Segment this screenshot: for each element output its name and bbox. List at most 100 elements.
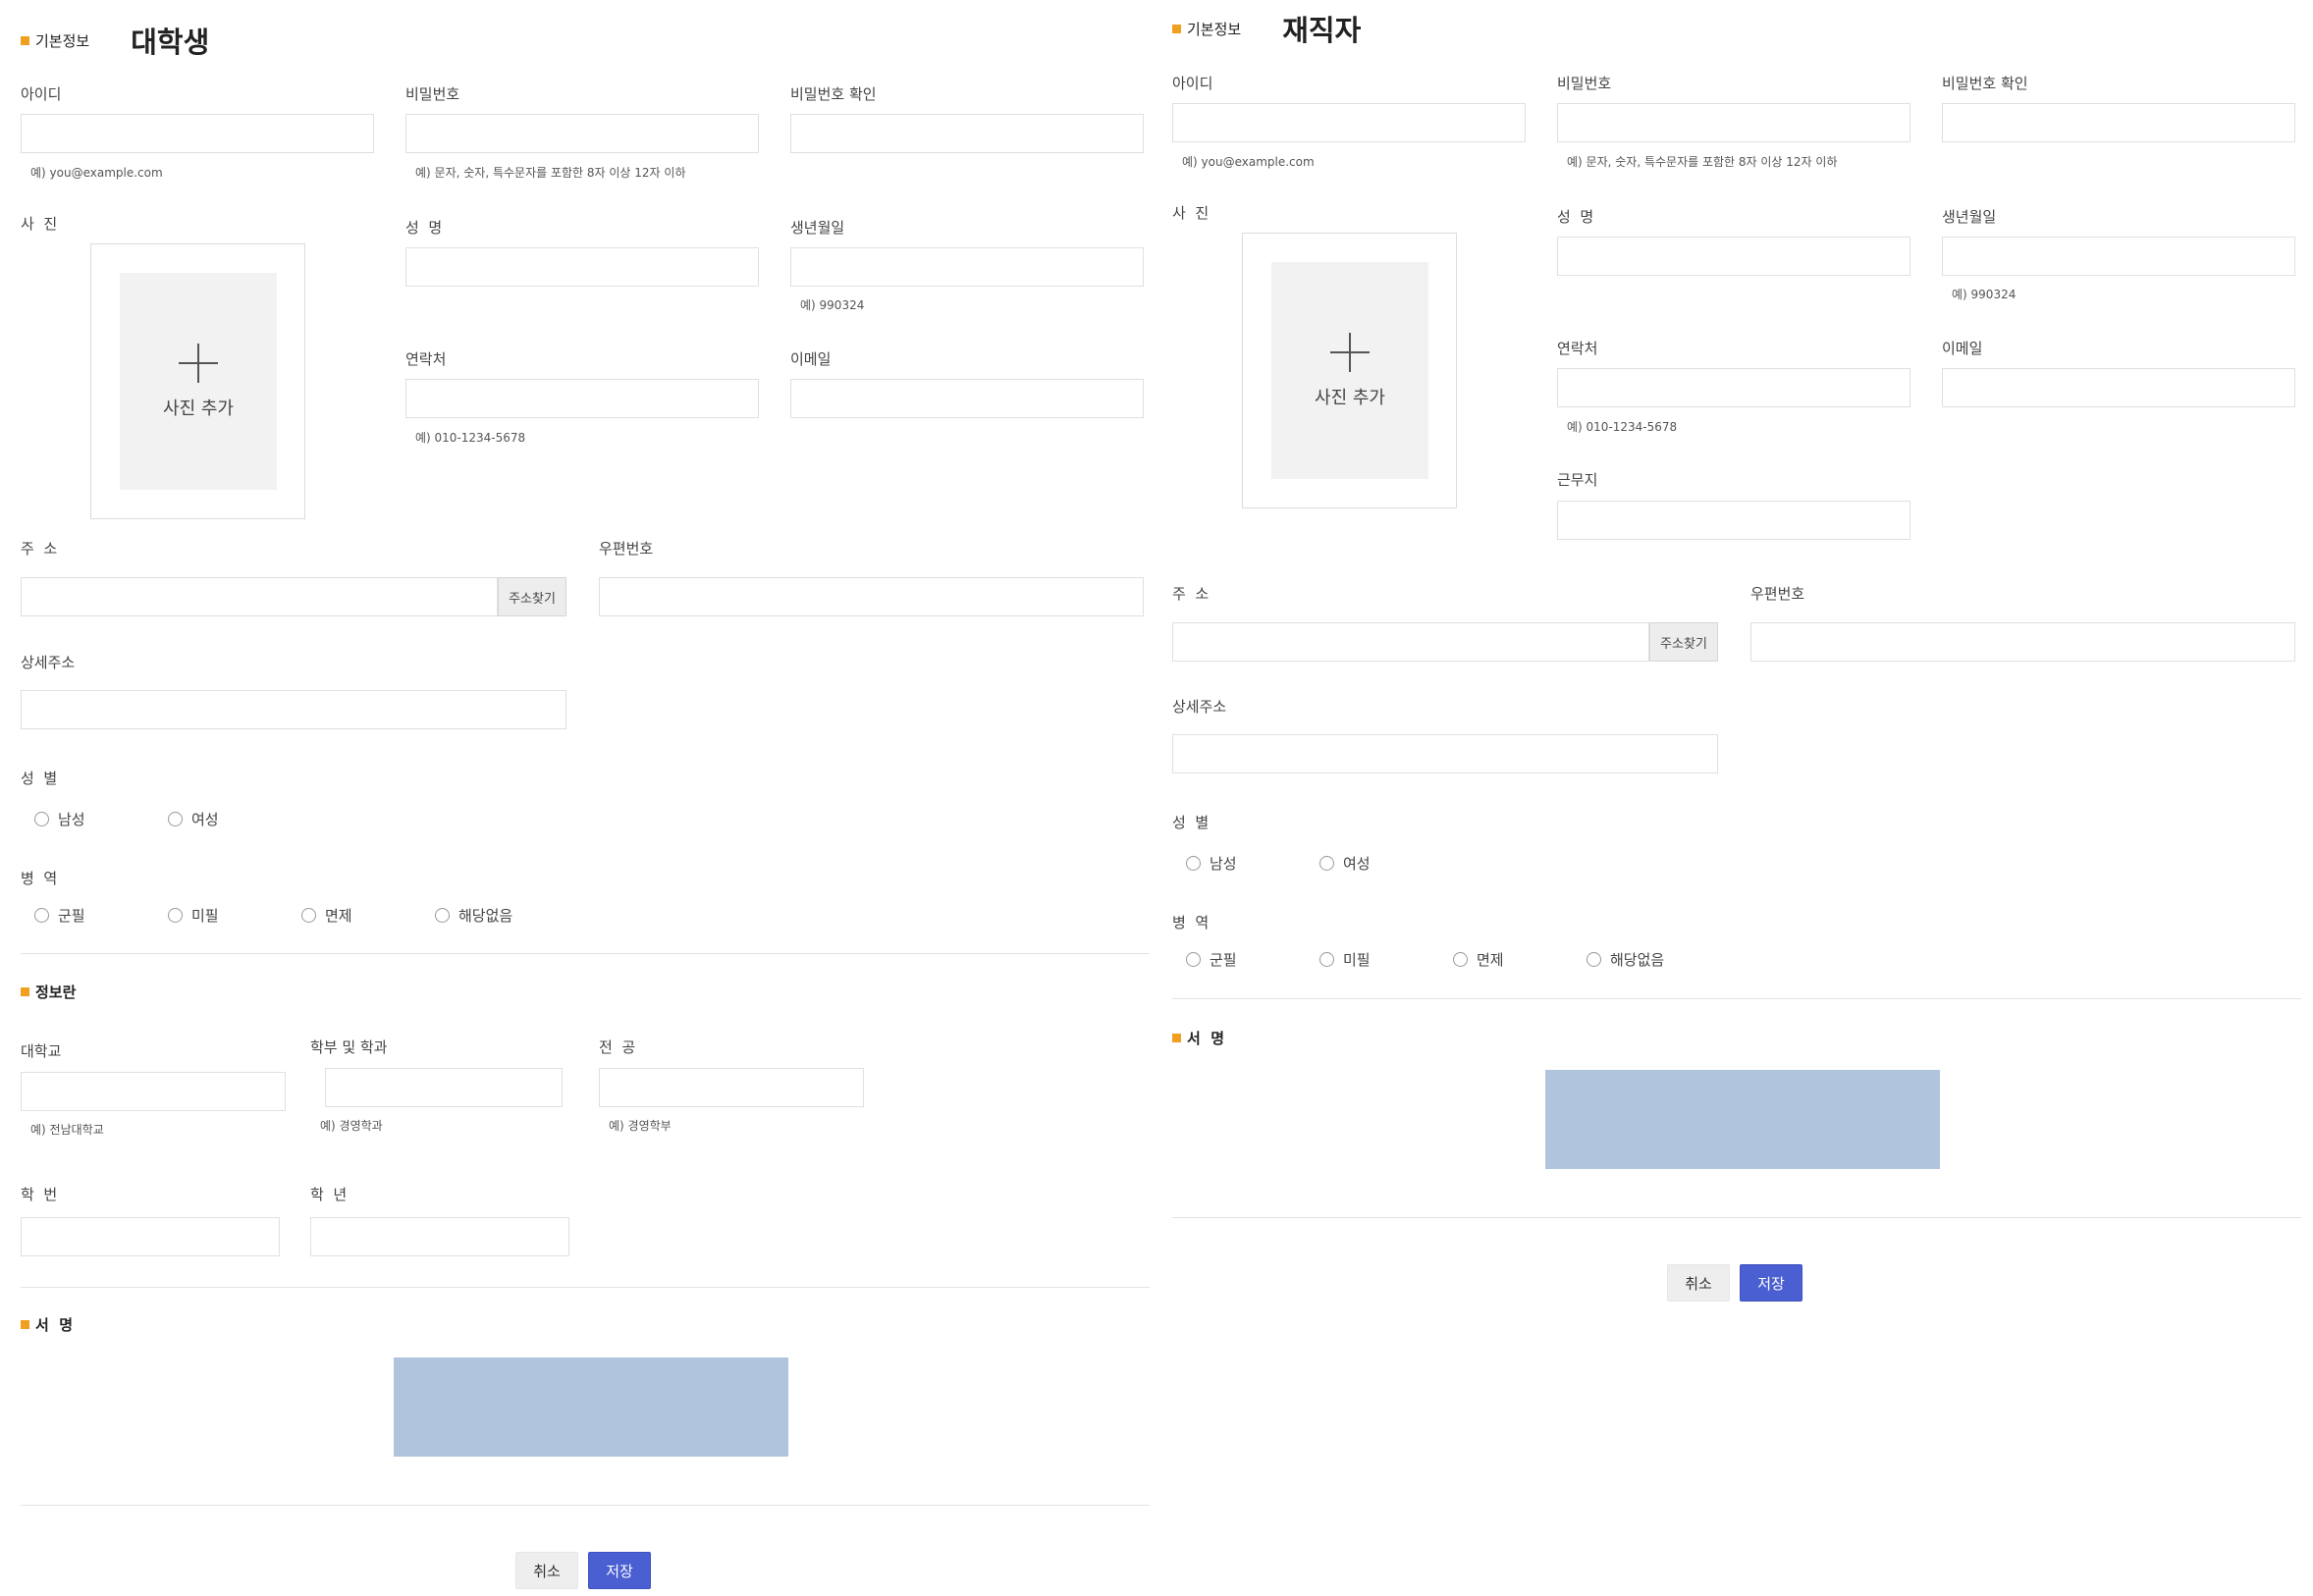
address-input[interactable] — [1172, 622, 1649, 662]
grade-label: 학 년 — [310, 1186, 348, 1203]
birth-label: 생년월일 — [790, 219, 845, 237]
photo-add-label: 사진 추가 — [163, 398, 234, 419]
workplace-input[interactable] — [1557, 501, 1910, 540]
password-confirm-input[interactable] — [1942, 103, 2295, 142]
radio-circle-icon — [1186, 856, 1201, 871]
info-header: 정보란 — [21, 982, 76, 1002]
gender-radio-female[interactable]: 여성 — [1319, 853, 1371, 874]
phone-input[interactable] — [1557, 368, 1910, 407]
military-radio-exempt[interactable]: 면제 — [301, 905, 352, 926]
photo-label: 사 진 — [1172, 204, 1210, 222]
major-input[interactable] — [599, 1068, 864, 1107]
gender-radio-male[interactable]: 남성 — [1186, 853, 1237, 874]
email-input[interactable] — [790, 379, 1144, 418]
detail-address-input[interactable] — [21, 690, 566, 729]
military-label: 병 역 — [1172, 914, 1210, 931]
password-input[interactable] — [1557, 103, 1910, 142]
basic-info-header: 기본정보 재직자 — [1172, 8, 1361, 49]
radio-circle-icon — [1453, 952, 1468, 967]
password-confirm-label: 비밀번호 확인 — [1942, 75, 2028, 92]
radio-circle-icon — [34, 812, 49, 826]
department-hint: 예) 경영학과 — [320, 1119, 383, 1133]
address-search-button[interactable]: 주소찾기 — [1649, 622, 1718, 662]
address-search-button[interactable]: 주소찾기 — [498, 577, 566, 616]
phone-label: 연락처 — [405, 350, 447, 368]
zip-input[interactable] — [1750, 622, 2295, 662]
divider — [21, 1505, 1150, 1506]
zip-input[interactable] — [599, 577, 1144, 616]
plus-icon — [179, 343, 218, 383]
radio-circle-icon — [1319, 856, 1334, 871]
name-input[interactable] — [405, 247, 759, 287]
military-radio-na[interactable]: 해당없음 — [435, 905, 512, 926]
military-radio-served[interactable]: 군필 — [34, 905, 85, 926]
address-input[interactable] — [21, 577, 498, 616]
major-hint: 예) 경영학부 — [609, 1119, 672, 1133]
id-hint: 예) you@example.com — [1182, 155, 1315, 169]
birth-hint: 예) 990324 — [1952, 288, 2017, 301]
name-input[interactable] — [1557, 237, 1910, 276]
email-label: 이메일 — [790, 350, 832, 368]
email-input[interactable] — [1942, 368, 2295, 407]
password-confirm-input[interactable] — [790, 114, 1144, 153]
signature-pad[interactable] — [394, 1357, 788, 1457]
detail-address-input[interactable] — [1172, 734, 1718, 773]
radio-circle-icon — [435, 908, 450, 923]
signature-header: 서 명 — [1172, 1028, 1224, 1048]
save-button[interactable]: 저장 — [588, 1552, 651, 1589]
id-label: 아이디 — [1172, 75, 1213, 92]
military-radio-not-served[interactable]: 미필 — [168, 905, 219, 926]
photo-frame: 사진 추가 — [90, 243, 305, 519]
section-label: 서 명 — [35, 1316, 74, 1334]
password-input[interactable] — [405, 114, 759, 153]
section-marker-icon — [1172, 1034, 1181, 1042]
signature-pad[interactable] — [1545, 1070, 1940, 1169]
military-radio-na[interactable]: 해당없음 — [1587, 949, 1664, 970]
birth-input[interactable] — [1942, 237, 2295, 276]
radio-circle-icon — [168, 812, 183, 826]
birth-input[interactable] — [790, 247, 1144, 287]
section-label: 정보란 — [35, 984, 77, 1001]
phone-input[interactable] — [405, 379, 759, 418]
divider — [21, 953, 1150, 954]
radio-circle-icon — [1186, 952, 1201, 967]
birth-label: 생년월일 — [1942, 208, 1997, 226]
password-label: 비밀번호 — [405, 85, 460, 103]
department-input[interactable] — [325, 1068, 563, 1107]
military-radio-exempt[interactable]: 면제 — [1453, 949, 1504, 970]
student-number-input[interactable] — [21, 1217, 280, 1256]
zip-label: 우편번호 — [599, 540, 654, 558]
employee-form: 기본정보 재직자 아이디 예) you@example.com 비밀번호 예) … — [1172, 0, 2301, 1596]
signature-header: 서 명 — [21, 1314, 73, 1335]
section-label: 서 명 — [1187, 1030, 1225, 1047]
workplace-label: 근무지 — [1557, 471, 1598, 489]
address-label: 주 소 — [1172, 585, 1210, 603]
id-input[interactable] — [1172, 103, 1526, 142]
section-marker-icon — [21, 987, 29, 996]
divider — [1172, 1217, 2301, 1218]
address-label: 주 소 — [21, 540, 58, 558]
radio-circle-icon — [34, 908, 49, 923]
grade-input[interactable] — [310, 1217, 569, 1256]
password-hint: 예) 문자, 숫자, 특수문자를 포함한 8자 이상 12자 이하 — [1567, 155, 1838, 169]
id-hint: 예) you@example.com — [30, 166, 163, 180]
gender-radio-female[interactable]: 여성 — [168, 809, 219, 829]
photo-add-button[interactable]: 사진 추가 — [120, 273, 277, 490]
gender-radio-male[interactable]: 남성 — [34, 809, 85, 829]
major-label: 전 공 — [599, 1038, 636, 1056]
military-radio-not-served[interactable]: 미필 — [1319, 949, 1371, 970]
save-button[interactable]: 저장 — [1740, 1264, 1802, 1302]
radio-circle-icon — [1319, 952, 1334, 967]
radio-circle-icon — [168, 908, 183, 923]
section-label: 기본정보 — [35, 31, 90, 50]
page-title: 재직자 — [1282, 14, 1362, 47]
cancel-button[interactable]: 취소 — [515, 1552, 578, 1589]
military-radio-served[interactable]: 군필 — [1186, 949, 1237, 970]
basic-info-header: 기본정보 대학생 — [21, 20, 209, 61]
university-label: 대학교 — [21, 1042, 62, 1060]
divider — [21, 1287, 1150, 1288]
university-input[interactable] — [21, 1072, 286, 1111]
photo-add-button[interactable]: 사진 추가 — [1271, 262, 1428, 479]
id-input[interactable] — [21, 114, 374, 153]
cancel-button[interactable]: 취소 — [1667, 1264, 1730, 1302]
